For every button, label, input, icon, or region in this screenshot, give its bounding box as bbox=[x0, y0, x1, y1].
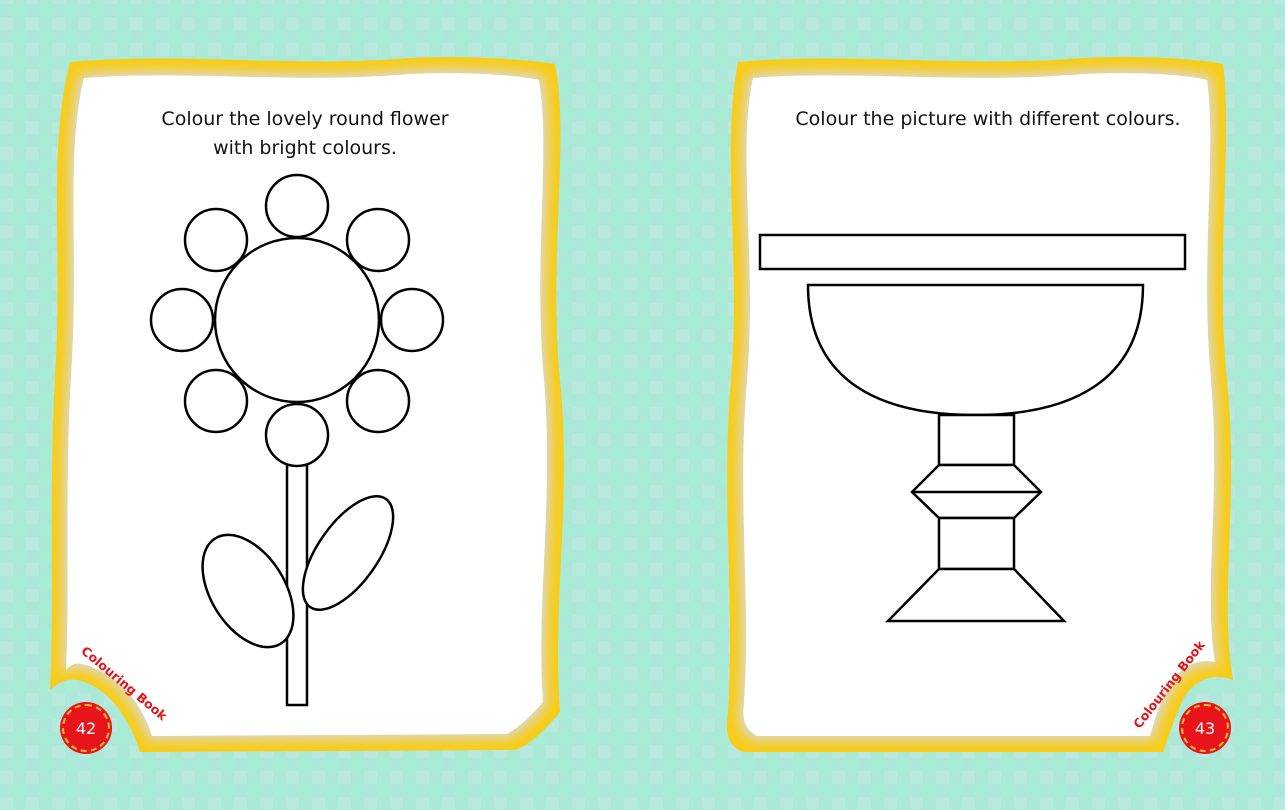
vase-base bbox=[885, 567, 1067, 623]
flower-center bbox=[213, 236, 381, 404]
vase-upper-neck bbox=[937, 413, 1016, 467]
colouring-book-spread: Colour the lovely round flower with brig… bbox=[0, 0, 1285, 810]
flower-petal-left bbox=[149, 287, 215, 353]
flower-drawing bbox=[149, 173, 445, 707]
right-page-number-badge: 43 bbox=[1181, 704, 1229, 752]
left-page-number-badge: 42 bbox=[62, 704, 110, 752]
vase-bowl bbox=[806, 283, 1145, 417]
flower-petal-bottom bbox=[264, 402, 330, 468]
right-page: Colour the picture with different colour… bbox=[643, 0, 1285, 810]
vase-lid bbox=[758, 233, 1187, 271]
flower-petal-right bbox=[379, 287, 445, 353]
vase-lower-neck bbox=[937, 516, 1016, 571]
vase-drawing bbox=[758, 233, 1187, 623]
left-page: Colour the lovely round flower with brig… bbox=[0, 0, 642, 810]
flower-petal-top bbox=[264, 173, 330, 239]
flower-petal-bottom-right bbox=[345, 368, 411, 434]
flower-petal-bottom-left bbox=[183, 368, 249, 434]
